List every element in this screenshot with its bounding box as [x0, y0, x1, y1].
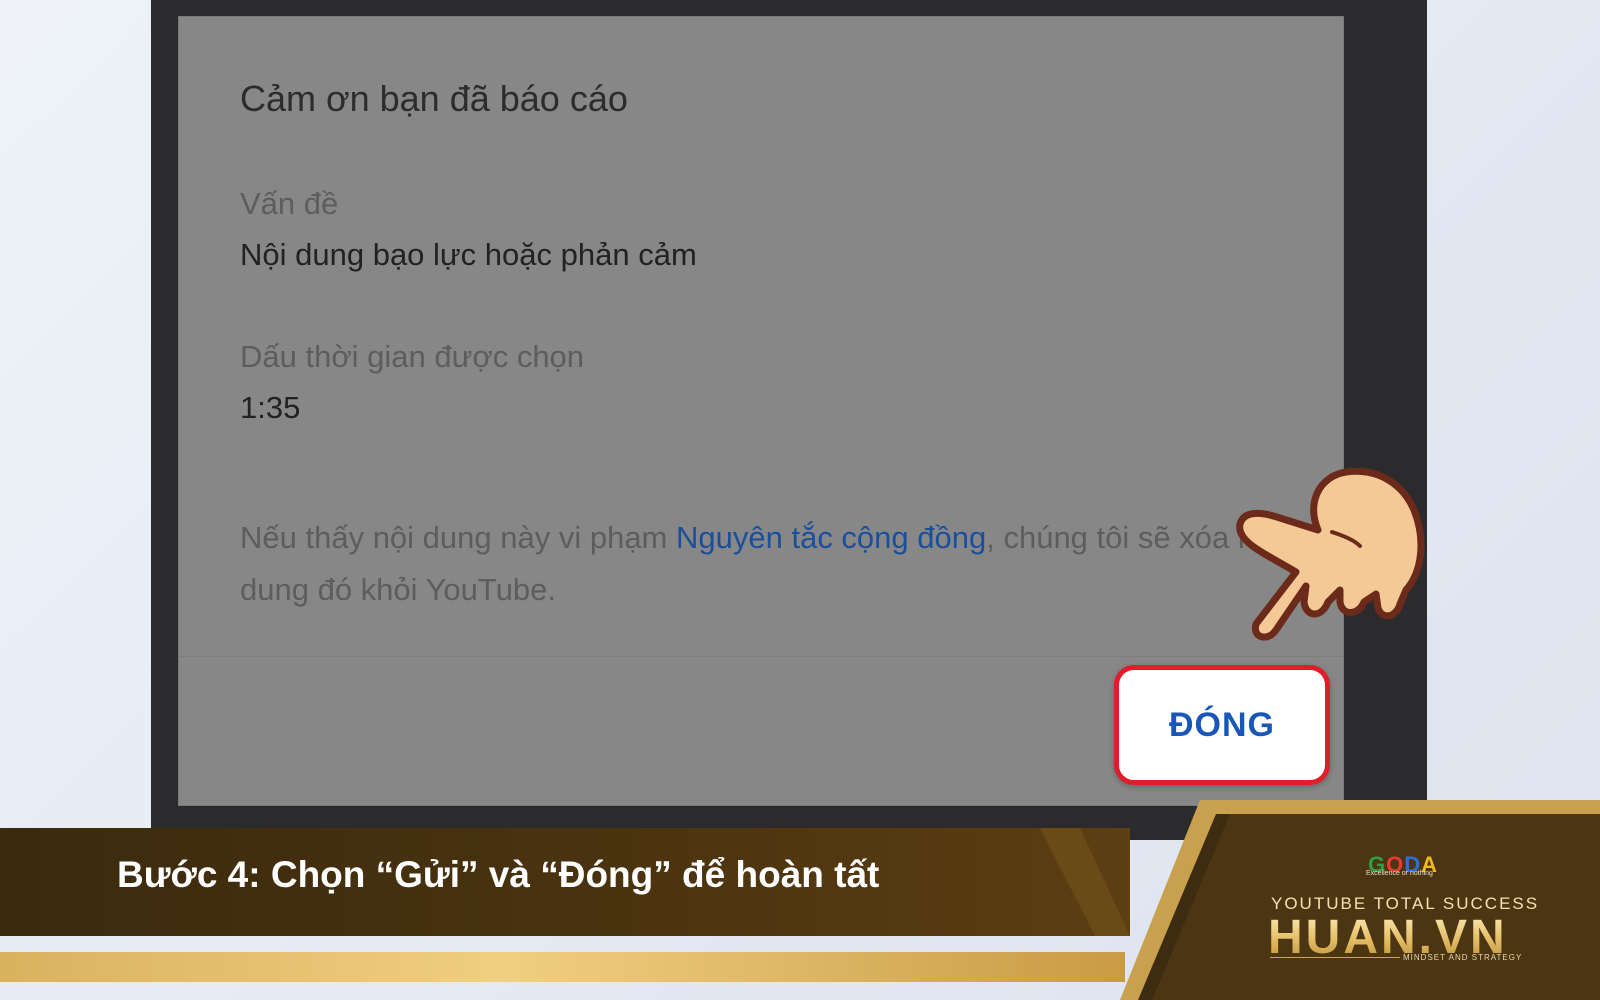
policy-note-prefix: Nếu thấy nội dung này vi phạm: [240, 520, 676, 555]
goda-tagline: Excellence or nothing: [1366, 870, 1433, 877]
step-instruction: Bước 4: Chọn “Gửi” và “Đóng” để hoàn tất: [117, 854, 880, 895]
timestamp-value: 1:35: [240, 390, 301, 425]
issue-label: Vấn đề: [240, 186, 339, 221]
community-guidelines-link[interactable]: Nguyên tắc cộng đồng: [676, 520, 986, 555]
policy-note: Nếu thấy nội dung này vi phạm Nguyên tắc…: [240, 512, 1280, 616]
issue-value: Nội dung bạo lực hoặc phản cảm: [240, 237, 697, 272]
timestamp-label: Dấu thời gian được chọn: [240, 339, 585, 374]
brand-underline: [1270, 957, 1400, 958]
close-button[interactable]: ĐÓNG: [1114, 665, 1330, 785]
banner-gold-stripe: [0, 952, 1125, 982]
pointing-hand-icon: [1236, 467, 1425, 641]
dialog-divider: [178, 656, 1344, 657]
dialog-title: Cảm ơn bạn đã báo cáo: [240, 78, 628, 119]
brand-tagline-bottom: MINDSET AND STRATEGY: [1403, 953, 1523, 962]
banner-angle: [1040, 828, 1130, 936]
